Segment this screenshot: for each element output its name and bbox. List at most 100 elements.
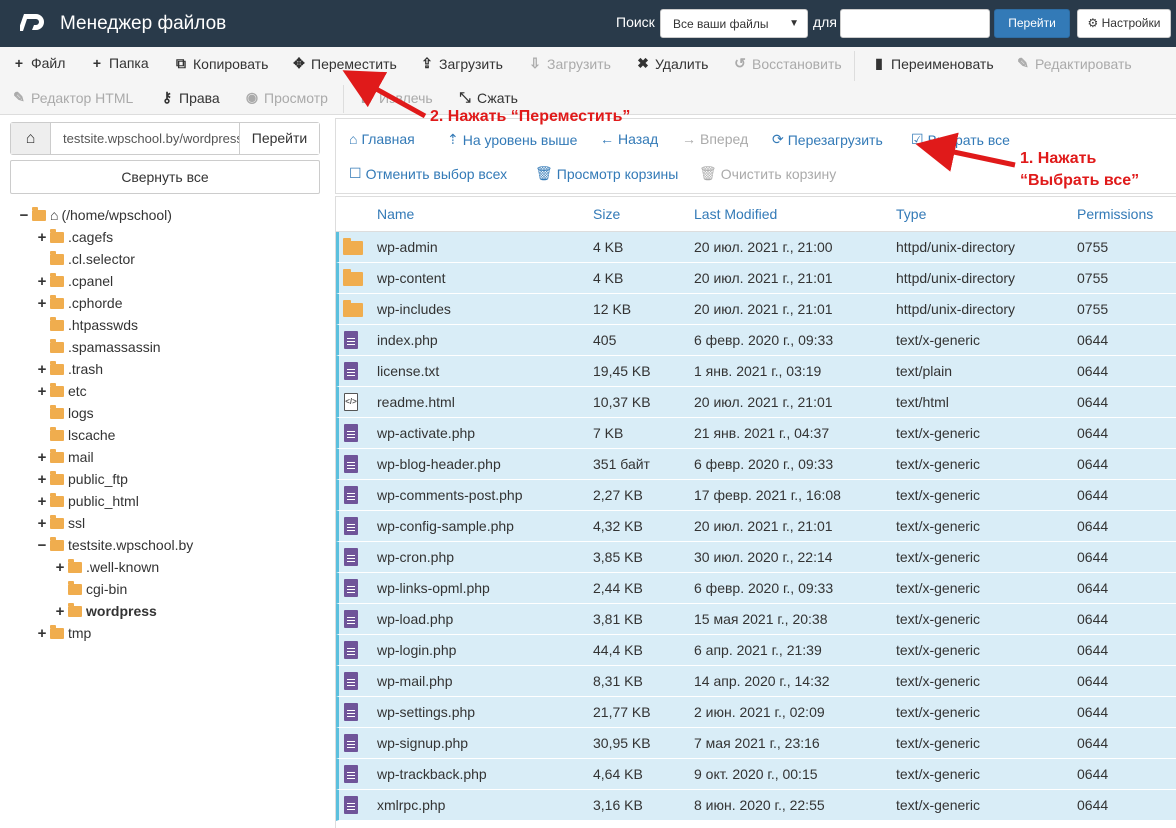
- nav-back-label: Назад: [618, 131, 659, 147]
- tree-item[interactable]: + .cagefs: [36, 226, 113, 248]
- expand-icon[interactable]: +: [36, 361, 48, 378]
- toolbar-file-button[interactable]: + Файл: [12, 55, 66, 71]
- tree-item[interactable]: + .trash: [36, 358, 103, 380]
- tree-item[interactable]: + wordpress: [54, 600, 157, 622]
- expand-icon[interactable]: +: [36, 625, 48, 642]
- nav-home-button[interactable]: ⌂ Главная: [349, 131, 415, 147]
- toolbar-delete-button[interactable]: ✖ Удалить: [636, 55, 708, 72]
- nav-back-button[interactable]: ← Назад: [600, 131, 658, 147]
- toolbar-move-button[interactable]: ✥ Переместить: [292, 55, 397, 72]
- toolbar-download-button[interactable]: ⇩ Загрузить: [528, 55, 611, 72]
- column-permissions[interactable]: Permissions: [1077, 206, 1153, 222]
- table-row[interactable]: wp-activate.php 7 KB 21 янв. 2021 г., 04:3…: [336, 418, 1176, 449]
- expand-icon[interactable]: +: [36, 471, 48, 488]
- cell-type: text/x-generic: [896, 518, 981, 534]
- table-row[interactable]: wp-config-sample.php 4,32 KB 20 июл. 2021 …: [336, 511, 1176, 542]
- collapse-icon[interactable]: −: [36, 537, 48, 554]
- table-row[interactable]: wp-content 4 KB 20 июл. 2021 г., 21:01 http…: [336, 263, 1176, 294]
- deselect-all-button[interactable]: ☐ Отменить выбор всех: [349, 165, 507, 182]
- cell-modified: 20 июл. 2021 г., 21:01: [694, 518, 833, 534]
- toolbar-html-editor-button[interactable]: ✎ Редактор HTML: [12, 89, 133, 106]
- expand-icon[interactable]: +: [36, 449, 48, 466]
- table-row[interactable]: wp-blog-header.php 351 байт 6 февр. 2020 г…: [336, 449, 1176, 480]
- toolbar-copy-button[interactable]: ⧉ Копировать: [174, 55, 268, 72]
- expand-icon[interactable]: +: [36, 273, 48, 290]
- table-row[interactable]: wp-links-opml.php 2,44 KB 6 февр. 2020 г.,…: [336, 573, 1176, 604]
- tree-item[interactable]: + public_ftp: [36, 468, 128, 490]
- table-row[interactable]: </> readme.html 10,37 KB 20 июл. 2021 г., 2…: [336, 387, 1176, 418]
- file-icon: [344, 579, 358, 597]
- table-row[interactable]: wp-includes 12 KB 20 июл. 2021 г., 21:01 ht…: [336, 294, 1176, 325]
- toolbar-compress-button[interactable]: ⤡ Сжать: [458, 89, 518, 106]
- collapse-icon[interactable]: −: [18, 207, 30, 224]
- tree-item[interactable]: − ⌂ (/home/wpschool): [18, 204, 172, 226]
- expand-icon[interactable]: +: [36, 515, 48, 532]
- tree-item[interactable]: cgi-bin: [54, 578, 127, 600]
- expand-icon[interactable]: +: [36, 383, 48, 400]
- toolbar-rename-button[interactable]: ▮ Переименовать: [872, 55, 994, 72]
- tree-item[interactable]: .cl.selector: [36, 248, 135, 270]
- settings-button[interactable]: ⚙ Настройки: [1077, 9, 1171, 38]
- nav-reload-button[interactable]: ⟳ Перезагрузить: [772, 131, 883, 148]
- toolbar-folder-button[interactable]: + Папка: [90, 55, 149, 71]
- path-go-button[interactable]: Перейти: [239, 123, 319, 154]
- table-row[interactable]: wp-comments-post.php 2,27 KB 17 февр. 2021…: [336, 480, 1176, 511]
- table-row[interactable]: wp-settings.php 21,77 KB 2 июн. 2021 г., 0…: [336, 697, 1176, 728]
- expand-icon[interactable]: +: [36, 295, 48, 312]
- path-input[interactable]: testsite.wpschool.by/wordpress: [51, 123, 239, 154]
- toolbar-extract-button[interactable]: ⤢ Извлечь: [360, 89, 432, 106]
- search-scope-select[interactable]: Все ваши файлы ▼: [660, 9, 808, 38]
- table-row[interactable]: wp-cron.php 3,85 KB 30 июл. 2020 г., 22:14…: [336, 542, 1176, 573]
- table-row[interactable]: wp-signup.php 30,95 KB 7 мая 2021 г., 23:1…: [336, 728, 1176, 759]
- tree-item[interactable]: + mail: [36, 446, 94, 468]
- empty-trash-button[interactable]: 🗑 Очистить корзину: [699, 165, 836, 182]
- table-row[interactable]: wp-login.php 44,4 KB 6 апр. 2021 г., 21:39…: [336, 635, 1176, 666]
- table-row[interactable]: xmlrpc.php 3,16 KB 8 июн. 2020 г., 22:55 te…: [336, 790, 1176, 821]
- tree-item[interactable]: .htpasswds: [36, 314, 138, 336]
- toolbar-upload-button[interactable]: ⇪ Загрузить: [420, 55, 503, 72]
- tree-item[interactable]: + .cphorde: [36, 292, 122, 314]
- cell-permissions: 0644: [1077, 425, 1109, 441]
- toolbar-edit-button[interactable]: ✎ Редактировать: [1016, 55, 1132, 72]
- tree-item[interactable]: lscache: [36, 424, 115, 446]
- cell-type: text/x-generic: [896, 611, 981, 627]
- expand-icon[interactable]: +: [36, 493, 48, 510]
- expand-icon[interactable]: +: [54, 603, 66, 620]
- table-row[interactable]: index.php 405 6 февр. 2020 г., 09:33 text/x…: [336, 325, 1176, 356]
- tree-item[interactable]: + etc: [36, 380, 87, 402]
- table-row[interactable]: license.txt 19,45 KB 1 янв. 2021 г., 03:19…: [336, 356, 1176, 387]
- tree-item[interactable]: + .cpanel: [36, 270, 113, 292]
- select-all-button[interactable]: ☑ Выбрать все: [911, 131, 1010, 148]
- table-row[interactable]: wp-admin 4 KB 20 июл. 2021 г., 21:00 httpd/…: [336, 232, 1176, 263]
- tree-item[interactable]: .spamassassin: [36, 336, 161, 358]
- column-type[interactable]: Type: [896, 206, 926, 222]
- column-size[interactable]: Size: [593, 206, 620, 222]
- expand-icon[interactable]: +: [54, 559, 66, 576]
- search-input[interactable]: [840, 9, 990, 38]
- toolbar-restore-button[interactable]: ↺ Восстановить: [733, 55, 842, 72]
- tree-item-label: .cpanel: [68, 273, 114, 289]
- tree-item[interactable]: + ssl: [36, 512, 85, 534]
- column-modified[interactable]: Last Modified: [694, 206, 777, 222]
- table-row[interactable]: wp-mail.php 8,31 KB 14 апр. 2020 г., 14:32…: [336, 666, 1176, 697]
- toolbar-permissions-button[interactable]: ⚷ Права: [160, 89, 220, 106]
- toolbar-view-button[interactable]: ◉ Просмотр: [245, 89, 328, 106]
- tree-item[interactable]: + tmp: [36, 622, 91, 644]
- collapse-all-button[interactable]: Свернуть все: [10, 160, 320, 194]
- path-bar: ⌂ testsite.wpschool.by/wordpress Перейти: [10, 122, 320, 155]
- tree-item[interactable]: + .well-known: [54, 556, 159, 578]
- expand-icon[interactable]: +: [36, 229, 48, 246]
- table-row[interactable]: wp-load.php 3,81 KB 15 мая 2021 г., 20:38 t…: [336, 604, 1176, 635]
- home-button[interactable]: ⌂: [11, 123, 51, 154]
- search-go-button[interactable]: Перейти: [994, 9, 1070, 38]
- nav-up-button[interactable]: ⇡ На уровень выше: [447, 131, 577, 148]
- tree-item[interactable]: − testsite.wpschool.by: [36, 534, 193, 556]
- tree-item[interactable]: logs: [36, 402, 94, 424]
- app-header: Менеджер файлов Поиск Все ваши файлы ▼ д…: [0, 0, 1176, 47]
- tree-item[interactable]: + public_html: [36, 490, 139, 512]
- column-name[interactable]: Name: [377, 206, 414, 222]
- table-row[interactable]: wp-trackback.php 4,64 KB 9 окт. 2020 г., 0…: [336, 759, 1176, 790]
- cell-modified: 8 июн. 2020 г., 22:55: [694, 797, 825, 813]
- view-trash-button[interactable]: 🗑 Просмотр корзины: [535, 165, 678, 182]
- nav-forward-button[interactable]: → Вперед: [682, 131, 748, 147]
